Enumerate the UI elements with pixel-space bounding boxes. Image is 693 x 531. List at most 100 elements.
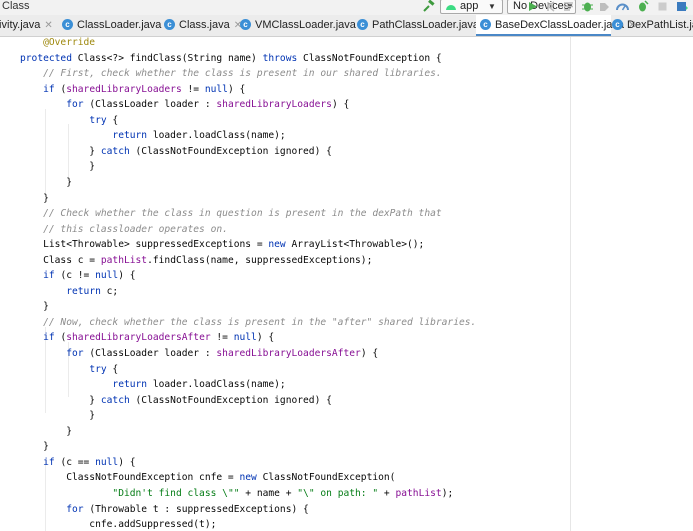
code-token: for [66, 348, 90, 359]
tab-dexpathlist-java[interactable]: c DexPathList.ja [612, 15, 693, 36]
code-line[interactable]: for (ClassLoader loader : sharedLibraryL… [20, 346, 378, 362]
code-token: @Override [20, 37, 96, 48]
code-token: null [204, 83, 228, 95]
code-token: ClassNotFoundException( [262, 472, 396, 484]
stop-icon[interactable] [656, 0, 669, 13]
code-token: Class c = [20, 254, 101, 266]
attach-debugger-icon[interactable] [636, 0, 649, 13]
code-token: { [112, 114, 119, 126]
code-token: } [20, 301, 49, 313]
code-token: "\" on path: " [297, 487, 379, 499]
run-icon[interactable] [526, 0, 539, 13]
code-line[interactable]: } [20, 159, 95, 175]
tab-label: Class.java [179, 19, 230, 31]
tab-label: PathClassLoader.java [372, 19, 480, 31]
code-token: + name + [239, 487, 298, 499]
code-token: loader.loadClass(name); [152, 379, 286, 391]
tab-vmclassloader-java[interactable]: cVMClassLoader.java✕ [240, 15, 368, 36]
code-line[interactable]: if (sharedLibraryLoadersAfter != null) { [20, 330, 274, 346]
code-line[interactable]: } [20, 191, 49, 207]
code-line[interactable]: for (ClassLoader loader : sharedLibraryL… [20, 97, 349, 113]
code-line[interactable]: } [20, 175, 72, 191]
code-token: ) { [360, 348, 379, 359]
code-line[interactable]: } catch (ClassNotFoundException ignored)… [20, 393, 332, 409]
debug-icon[interactable] [581, 0, 594, 13]
code-line[interactable]: return loader.loadClass(name); [20, 128, 286, 144]
tab-classloader-java[interactable]: cClassLoader.java✕ [62, 15, 174, 36]
code-line[interactable]: // this classloader operates on. [20, 222, 228, 238]
window-title: Class [2, 0, 30, 12]
code-line[interactable]: // Now, check whether the class is prese… [20, 315, 476, 331]
code-line[interactable]: "Didn't find class \"" + name + "\" on p… [20, 486, 453, 502]
code-token: // this classloader operates on. [20, 223, 228, 235]
tab-pathclassloader-java[interactable]: cPathClassLoader.java✕ [357, 15, 491, 36]
code-token: ); [441, 487, 454, 499]
code-line[interactable]: } catch (ClassNotFoundException ignored)… [20, 144, 332, 160]
code-line[interactable]: ClassNotFoundException cnfe = new ClassN… [20, 470, 395, 486]
class-icon: c [480, 18, 491, 30]
main-toolbar: Class app ▼ No Devices ▼ [0, 0, 693, 15]
code-line[interactable]: } [20, 299, 49, 315]
code-line[interactable]: // First, check whether the class is pre… [20, 66, 442, 82]
code-line[interactable]: if (c == null) { [20, 455, 136, 471]
code-token: if [43, 456, 61, 468]
code-token: ClassNotFoundException { [303, 52, 442, 64]
run-config-dropdown[interactable]: app ▼ [440, 0, 503, 14]
code-token: // Now, check whether the class is prese… [20, 316, 477, 328]
editor-tab-bar: tivity.java✕ cClassLoader.java✕ cClass.j… [0, 15, 693, 37]
code-line[interactable]: } [20, 408, 95, 424]
code-token: sharedLibraryLoadersAfter [66, 332, 211, 344]
code-token: .findClass(name, suppressedExceptions); [147, 254, 373, 266]
code-line[interactable]: Class c = pathList.findClass(name, suppr… [20, 253, 372, 269]
code-token: } [20, 192, 49, 204]
code-line[interactable]: } [20, 439, 49, 455]
code-token: null [233, 332, 257, 344]
tab-class-java[interactable]: c Class.java ✕ [164, 15, 242, 36]
tab-label: ClassLoader.java [77, 19, 162, 31]
code-token: (ClassLoader loader : [89, 99, 217, 111]
code-line[interactable]: // Check whether the class in question i… [20, 206, 442, 222]
code-line[interactable]: if (c != null) { [20, 268, 135, 284]
code-token: catch [100, 145, 136, 157]
code-token: } [20, 410, 96, 422]
code-line[interactable]: cnfe.addSuppressed(t); [20, 517, 216, 531]
code-line[interactable]: return c; [20, 284, 118, 300]
editor-right-margin [571, 37, 693, 531]
class-icon: c [164, 18, 175, 30]
code-token: (ClassNotFoundException ignored) { [135, 394, 332, 406]
code-line[interactable]: try { [20, 362, 118, 378]
code-line[interactable]: return loader.loadClass(name); [20, 377, 286, 393]
code-editor[interactable]: @Override protected Class<?> findClass(St… [0, 37, 571, 531]
tab-activity-java[interactable]: tivity.java ✕ [0, 15, 62, 36]
code-line[interactable]: List<Throwable> suppressedExceptions = n… [20, 237, 424, 253]
profile-icon[interactable] [616, 0, 629, 13]
code-token: pathList [395, 487, 442, 499]
code-line[interactable]: @Override [20, 37, 95, 51]
list-icon[interactable] [562, 0, 575, 13]
apply-changes-icon[interactable] [545, 0, 558, 13]
code-line[interactable]: for (Throwable t : suppressedExceptions)… [20, 502, 309, 518]
sdk-manager-icon[interactable] [676, 0, 689, 13]
close-icon[interactable]: ✕ [44, 20, 52, 31]
code-line[interactable]: if (sharedLibraryLoaders != null) { [20, 82, 245, 98]
tab-basedexclassloader-java[interactable]: c BaseDexClassLoader.java ✕ [476, 15, 636, 36]
coverage-icon[interactable] [598, 0, 611, 13]
code-token: + [378, 487, 396, 499]
code-token: ) { [118, 456, 136, 468]
code-token: for [66, 503, 90, 515]
class-icon: c [612, 18, 623, 30]
code-token: ) { [331, 99, 350, 111]
code-line[interactable]: } [20, 424, 72, 440]
code-token: ) { [256, 332, 275, 344]
code-token: loader.loadClass(name); [152, 130, 286, 142]
code-token: try [89, 363, 113, 375]
hammer-icon[interactable] [421, 0, 435, 13]
code-line[interactable]: protected Class<?> findClass(String name… [20, 51, 442, 67]
code-line[interactable]: try { [20, 113, 118, 129]
code-token: (Throwable t : suppressedExceptions) { [89, 503, 309, 515]
